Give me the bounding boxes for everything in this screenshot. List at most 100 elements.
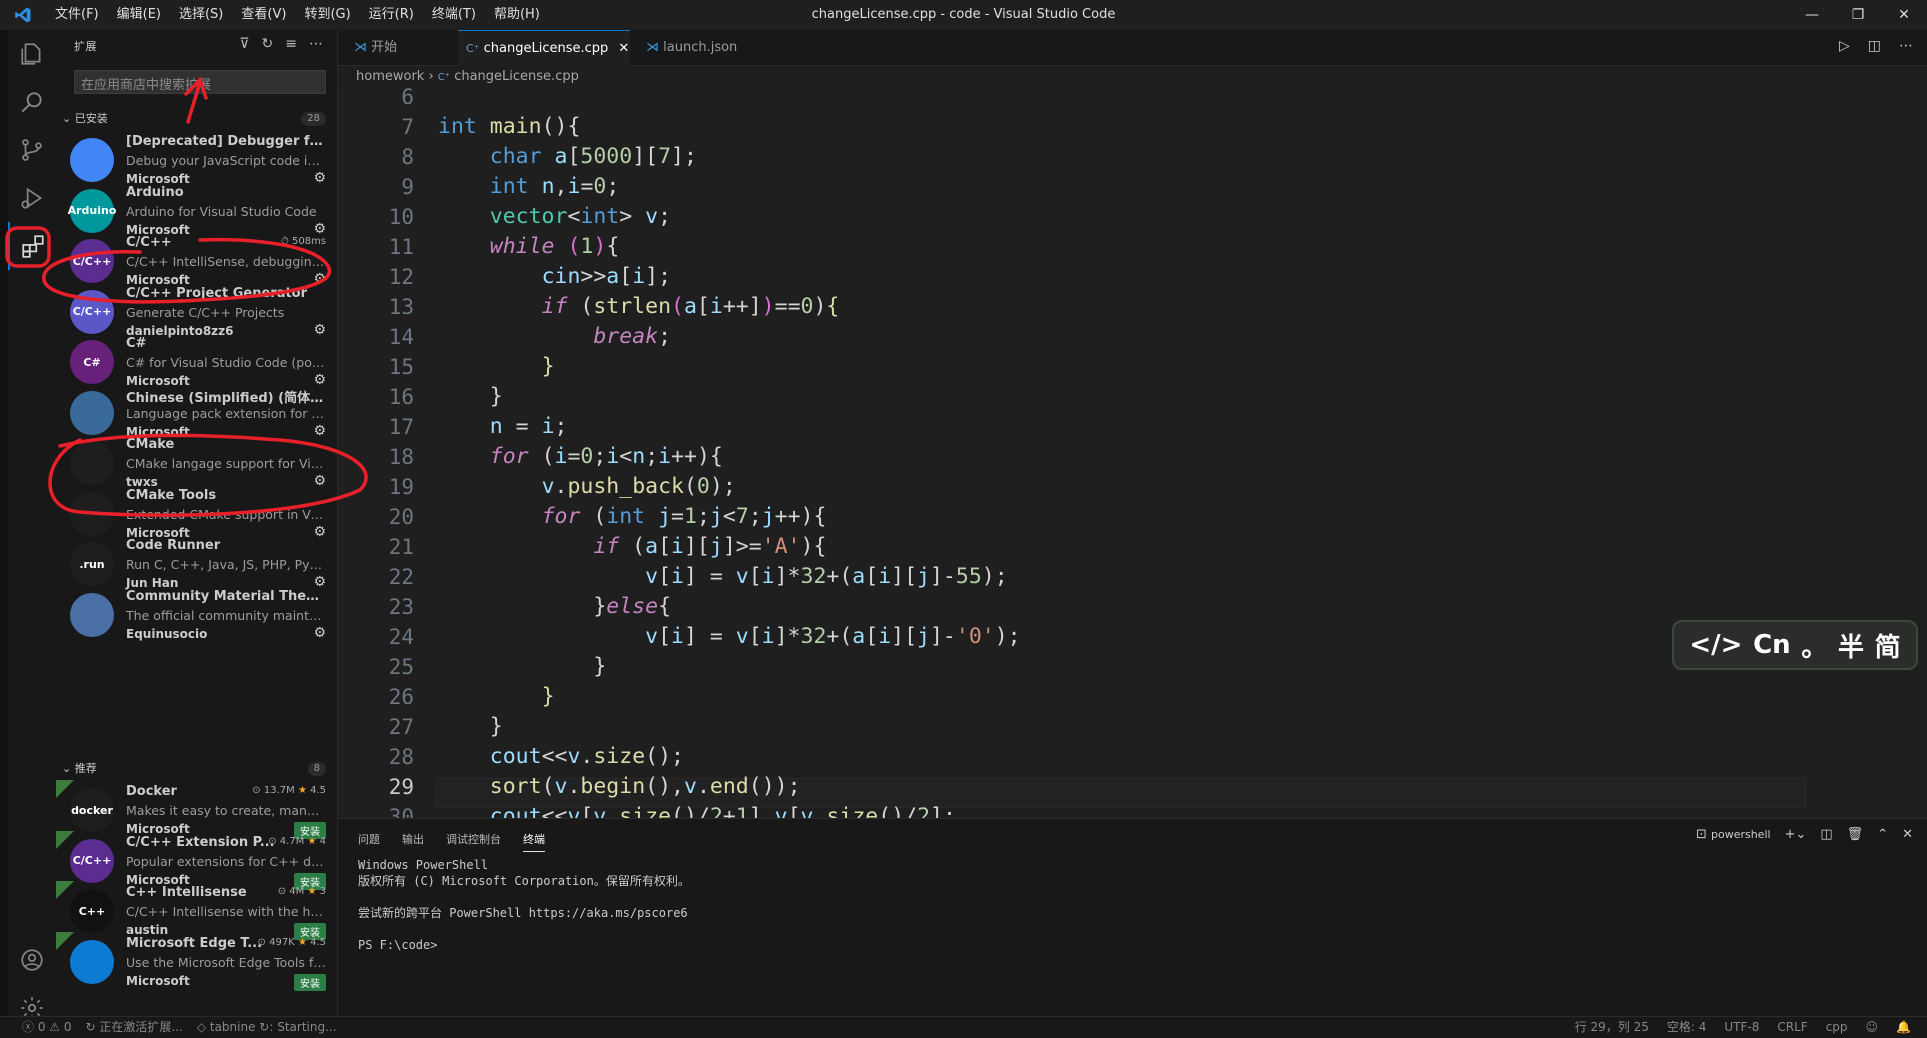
line-number: 20: [388, 505, 414, 529]
rating: 4.5: [310, 785, 326, 796]
feedback-icon[interactable]: ☺: [1866, 1017, 1879, 1038]
tabnine-status[interactable]: ◇ tabnine ↻: Starting...: [197, 1017, 337, 1038]
icon-text: docker: [71, 803, 113, 817]
line-number: 17: [388, 415, 414, 439]
minimize-icon[interactable]: —: [1789, 0, 1835, 30]
icon-text: C/C++: [72, 254, 112, 268]
tab-problems[interactable]: 问题: [358, 831, 380, 852]
install-button[interactable]: 安装: [294, 973, 326, 991]
code-line: break;: [593, 324, 672, 349]
line-number: 14: [388, 325, 414, 349]
restore-icon[interactable]: ❐: [1835, 0, 1881, 30]
maximize-panel-icon[interactable]: ⌃: [1877, 827, 1888, 842]
line-number: 7: [401, 115, 414, 139]
more-actions-icon[interactable]: ⋯: [1899, 38, 1913, 54]
installed-section-header[interactable]: ⌄ 已安装 28: [56, 108, 338, 130]
encoding[interactable]: UTF-8: [1724, 1017, 1759, 1038]
menu-item[interactable]: 帮助(H): [485, 0, 549, 30]
refresh-icon[interactable]: ↻: [262, 36, 274, 52]
recommended-section-header[interactable]: ⌄ 推荐 8: [56, 758, 338, 780]
vscode-icon: ⋊: [354, 40, 367, 55]
ime-toolbar[interactable]: </> Cn 。 半 简: [1672, 620, 1918, 670]
activating-text: 正在激活扩展...: [99, 1020, 183, 1034]
menu-item[interactable]: 转到(G): [295, 0, 359, 30]
code-line: v.push_back(0);: [541, 474, 736, 499]
ime-language[interactable]: Cn: [1753, 630, 1791, 660]
manage-gear-icon[interactable]: ⚙: [313, 625, 326, 641]
split-editor-icon[interactable]: ◫: [1868, 38, 1881, 54]
breadcrumb-folder[interactable]: homework: [356, 69, 424, 84]
code-line: cout<<v.size();: [489, 744, 684, 769]
search-icon[interactable]: [8, 78, 56, 126]
terminal-icon: ⊡: [1695, 827, 1707, 842]
code-line: for (int j=1;j<7;j++){: [541, 504, 827, 529]
run-file-icon[interactable]: ▷: [1839, 38, 1850, 54]
extension-item[interactable]: Community Material Theme The official com…: [56, 585, 338, 647]
icon-text: C#: [83, 355, 101, 369]
left-edge: [0, 30, 8, 1038]
tab-output[interactable]: 输出: [402, 831, 424, 852]
code-line: sort(v.begin(),v.end());: [489, 774, 801, 799]
split-terminal-icon[interactable]: ◫: [1820, 827, 1832, 842]
tab-welcome[interactable]: ⋊ 开始: [346, 30, 397, 66]
indentation[interactable]: 空格: 4: [1667, 1017, 1707, 1038]
run-debug-icon[interactable]: [8, 174, 56, 222]
line-ending[interactable]: CRLF: [1777, 1017, 1807, 1038]
close-tab-icon[interactable]: ✕: [618, 41, 629, 56]
explorer-icon[interactable]: [8, 30, 56, 78]
ime-code-icon[interactable]: </>: [1689, 630, 1742, 660]
line-number: 28: [388, 745, 414, 769]
filter-icon[interactable]: ⊽: [239, 36, 249, 52]
menu-item[interactable]: 查看(V): [232, 0, 295, 30]
menu-item[interactable]: 编辑(E): [108, 0, 170, 30]
cpp-intellisense-icon: C++: [70, 889, 114, 933]
source-control-icon[interactable]: [8, 126, 56, 174]
close-panel-icon[interactable]: ✕: [1902, 827, 1913, 842]
recommended-star-icon: [56, 881, 74, 899]
terminal-line: Windows PowerShell: [358, 858, 489, 872]
cpp-pack-icon: C/C++: [70, 838, 114, 883]
installed-count-badge: 28: [301, 112, 326, 126]
line-number: 8: [401, 145, 414, 169]
ime-width[interactable]: 半: [1838, 627, 1864, 664]
menu-item[interactable]: 文件(F): [46, 0, 108, 30]
extensions-icon[interactable]: [8, 222, 56, 270]
code-line: v[i] = v[i]*32+(a[i][j]-55);: [645, 564, 1008, 589]
account-icon[interactable]: [8, 936, 56, 984]
activating-status[interactable]: ↻ 正在激活扩展...: [86, 1017, 183, 1038]
code-editor[interactable]: 6 7 8 9 10 11 12 13 14 15 16 17 18 19 20 21 22 23 24 25 26 27…: [338, 88, 1927, 818]
line-number: 27: [388, 715, 414, 739]
notifications-icon[interactable]: 🔔: [1896, 1017, 1911, 1038]
cursor-position[interactable]: 行 29，列 25: [1575, 1017, 1649, 1038]
ime-script[interactable]: 简: [1875, 627, 1901, 664]
icon-text: .run: [79, 557, 105, 571]
problems-status[interactable]: ⓧ 0 ⚠ 0: [22, 1017, 72, 1038]
extensions-sidebar: 扩展 ⊽ ↻ ≡ ⋯ 在应用商店中搜索扩展 ⌄ 已安装 28 [Deprecat…: [56, 30, 338, 1016]
more-icon[interactable]: ⋯: [309, 36, 323, 52]
ime-punctuation[interactable]: 。: [1801, 627, 1827, 664]
extension-search-input[interactable]: 在应用商店中搜索扩展: [74, 70, 326, 94]
extension-item[interactable]: Microsoft Edge T... Use the Microsoft Edg…: [56, 931, 338, 994]
status-bar: ⓧ 0 ⚠ 0 ↻ 正在激活扩展... ◇ tabnine ↻: Startin…: [0, 1016, 1927, 1038]
tab-changelicense[interactable]: C⁺ changeLicense.cpp ✕: [458, 30, 630, 66]
trash-icon[interactable]: 🗑: [1847, 827, 1864, 842]
error-count: 0: [37, 1020, 46, 1034]
code-line: cin>>a[i];: [541, 264, 672, 289]
language-mode[interactable]: cpp: [1826, 1017, 1848, 1038]
menu-item[interactable]: 运行(R): [360, 0, 423, 30]
clear-icon[interactable]: ≡: [285, 36, 297, 52]
vscode-icon: ⋊: [646, 40, 659, 55]
tab-terminal[interactable]: 终端: [523, 831, 545, 852]
tab-launch-json[interactable]: ⋊ launch.json: [638, 30, 737, 66]
terminal-shell-selector[interactable]: ⊡ powershell: [1696, 827, 1771, 842]
menu-item[interactable]: 选择(S): [170, 0, 232, 30]
tab-debug-console[interactable]: 调试控制台: [446, 831, 501, 852]
close-window-icon[interactable]: ✕: [1881, 0, 1927, 30]
new-terminal-icon[interactable]: +⌄: [1785, 827, 1807, 842]
recommended-count-badge: 8: [307, 762, 326, 776]
terminal-output[interactable]: Windows PowerShell 版权所有 (C) Microsoft Cor…: [358, 857, 690, 953]
breadcrumb-file[interactable]: changeLicense.cpp: [454, 69, 579, 84]
menu-item[interactable]: 终端(T): [423, 0, 485, 30]
download-count: 4M: [289, 886, 305, 897]
code-line: v[i] = v[i]*32+(a[i][j]-'0');: [645, 624, 1021, 649]
